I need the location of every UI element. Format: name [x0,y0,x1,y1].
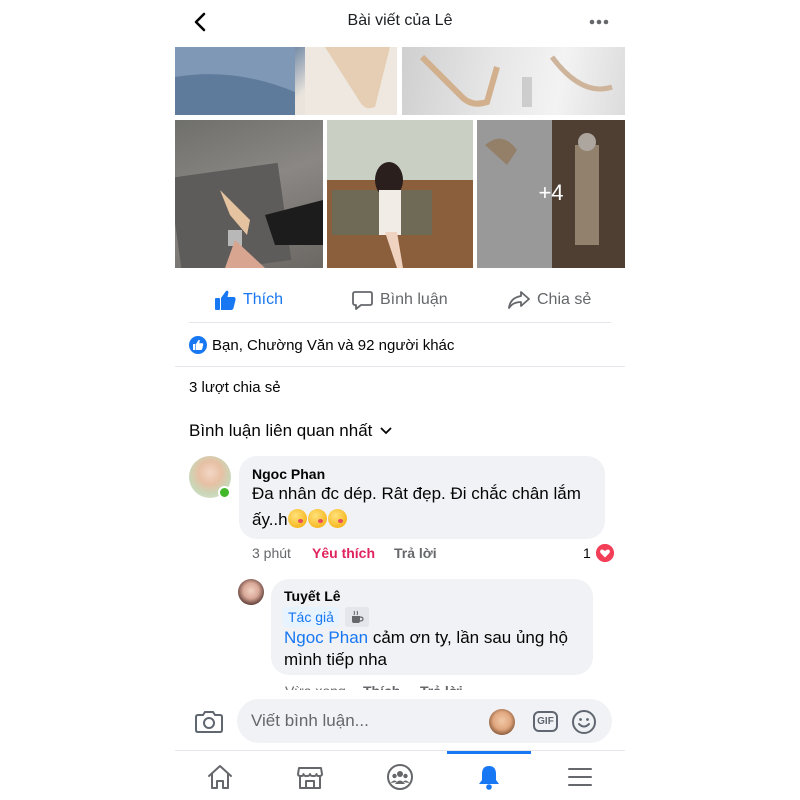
post-photo-4[interactable] [327,120,473,268]
reaction-count: 1 [583,545,591,561]
groups-icon[interactable] [386,763,414,791]
coffee-cup-icon [345,607,369,627]
reply-text-line-2: mình tiếp nha [284,650,388,669]
notifications-bell-icon[interactable] [475,763,503,791]
reply-button[interactable]: Trả lời [394,545,437,561]
avatar-sticker-icon[interactable] [489,709,515,735]
reply-author[interactable]: Tuyết Lê [284,588,341,604]
comments-filter[interactable]: Bình luận liên quan nhất [189,421,392,441]
home-icon[interactable] [206,763,234,791]
thumbs-up-icon [215,290,236,310]
marketplace-icon[interactable] [296,763,324,791]
reactions-summary[interactable]: Bạn, Chường Văn và 92 người khác [189,334,454,356]
comment-composer: Viết bình luận... GIF [175,690,625,750]
top-bar: Bài viết của Lê [175,0,625,44]
avatar[interactable] [238,579,264,605]
reply-text-fragment: cảm ơn ty, lần sau ủng hộ [368,628,568,647]
share-label: Chia sẻ [537,291,592,308]
active-tab-indicator [447,751,531,754]
online-status-dot [218,486,231,499]
divider [189,322,611,323]
comments-filter-label: Bình luận liên quan nhất [189,421,373,440]
more-options-icon[interactable] [587,12,611,32]
comment-time: 3 phút [252,545,291,561]
kissing-face-emoji-icon [307,509,327,528]
comment-bubble[interactable]: Ngoc Phan Đa nhân đc dép. Rât đẹp. Đi ch… [239,456,605,539]
chevron-down-icon [380,427,392,435]
comment-bubble-icon [352,291,373,310]
comment-button[interactable]: Bình luận [352,288,448,312]
camera-icon[interactable] [195,708,223,734]
gif-button[interactable]: GIF [533,711,558,732]
comment-text-fragment: ấy..h [252,510,288,529]
post-actions-bar: Thích Bình luận Chia sẻ [175,280,625,322]
share-arrow-icon [508,291,530,309]
comment-label: Bình luận [380,291,448,308]
love-reaction-button[interactable]: Yêu thích [312,545,375,561]
comment-author[interactable]: Ngoc Phan [252,466,325,482]
post-photo-5-more[interactable]: +4 [477,120,625,268]
post-photo-1[interactable] [175,47,397,115]
reply-bubble[interactable]: Tuyết Lê Tác giả Ngoc Phan cảm ơn ty, lầ… [271,579,593,675]
menu-icon[interactable] [566,763,594,791]
bottom-tab-bar [175,750,625,800]
heart-reaction-icon[interactable] [596,544,614,562]
comment-input-placeholder: Viết bình luận... [251,711,369,730]
post-photo-3[interactable] [175,120,323,268]
author-badge: Tác giả [283,607,339,627]
like-reaction-icon [189,336,207,354]
more-photos-count: +4 [538,180,564,205]
winking-tongue-emoji-icon [327,509,347,528]
kissing-face-emoji-icon [287,509,307,528]
reactions-text: Bạn, Chường Văn và 92 người khác [212,336,455,354]
comment-text-line-1: Đa nhân đc dép. Rât đẹp. Đi chắc chân lắ… [252,484,581,503]
like-button[interactable]: Thích [215,288,283,312]
mention-link[interactable]: Ngoc Phan [284,628,368,647]
emoji-smile-icon[interactable] [571,709,597,735]
like-label: Thích [243,291,284,308]
page-title: Bài viết của Lê [347,12,453,29]
post-screen: Bài viết của Lê +4 Thích Bình luận Chia … [175,0,625,800]
post-photo-2[interactable] [402,47,625,115]
comment-text-line-2: ấy..h [252,507,348,533]
comment-input[interactable]: Viết bình luận... GIF [237,699,612,743]
divider [175,366,625,367]
share-button[interactable]: Chia sẻ [508,288,591,312]
shares-count[interactable]: 3 lượt chia sẻ [189,379,281,396]
